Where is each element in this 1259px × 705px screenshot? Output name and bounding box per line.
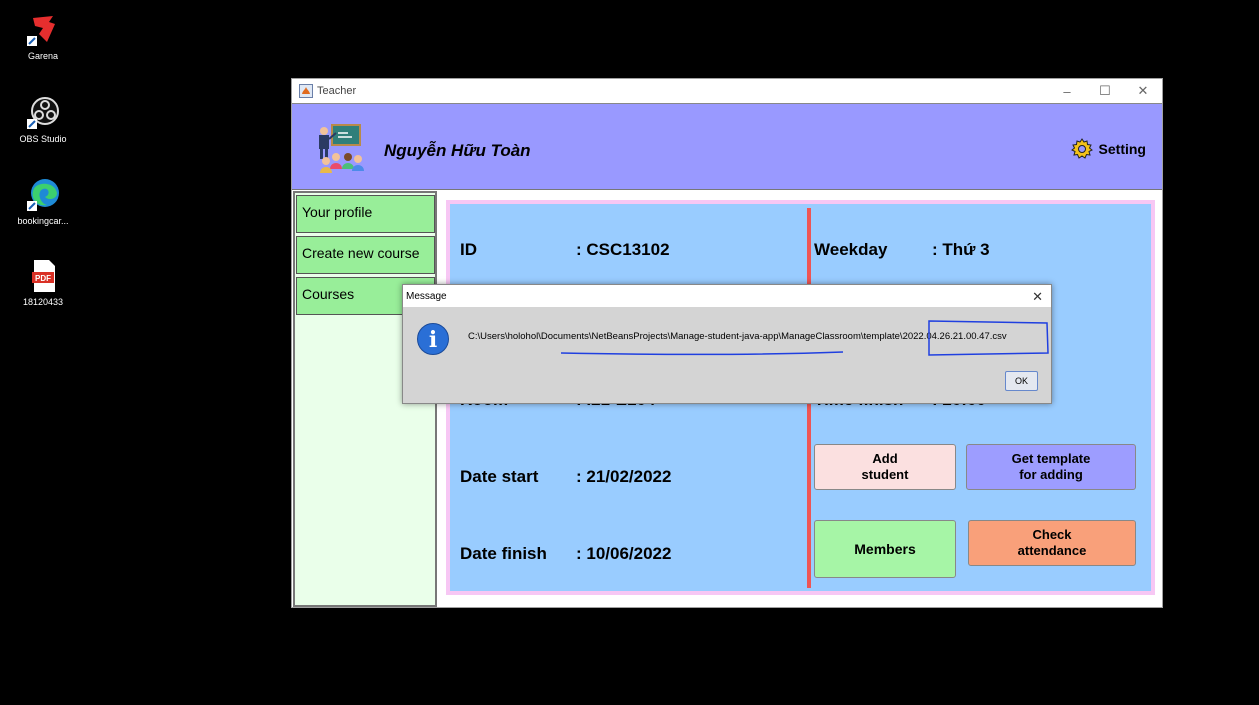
- desktop-icon-label: 18120433: [22, 297, 64, 307]
- desktop-icon-label: Garena: [27, 51, 59, 61]
- date-finish-value: : 10/06/2022: [576, 544, 672, 563]
- id-label: ID: [460, 240, 477, 259]
- desktop-icon-garena[interactable]: Garena: [4, 12, 82, 61]
- date-start-label: Date start: [460, 467, 539, 486]
- edge-icon: [25, 177, 61, 213]
- message-dialog: Message ✕ i C:\Users\holohol\Documents\N…: [402, 284, 1052, 404]
- obs-icon: [25, 95, 61, 131]
- pdf-icon: PDF: [25, 258, 61, 294]
- app-header: Nguyễn Hữu Toàn Setting: [292, 103, 1162, 190]
- garena-icon: [25, 12, 61, 48]
- desktop: Garena OBS Studio bookingcar... PDF 1812…: [0, 0, 1259, 705]
- add-student-line2: student: [861, 467, 909, 482]
- maximize-button[interactable]: ☐: [1086, 79, 1124, 103]
- teacher-avatar-icon: [314, 121, 366, 175]
- dialog-close-icon[interactable]: ✕: [1032, 289, 1043, 305]
- desktop-icon-label: OBS Studio: [19, 134, 67, 144]
- add-student-line1: Add: [872, 451, 898, 466]
- id-value: : CSC13102: [576, 240, 670, 259]
- gear-icon: [1070, 138, 1093, 159]
- dialog-title: Message: [406, 290, 447, 302]
- check-attendance-line2: attendance: [1017, 543, 1087, 558]
- date-finish-label: Date finish: [460, 544, 547, 563]
- desktop-icon-obs[interactable]: OBS Studio: [4, 95, 82, 144]
- dialog-message: C:\Users\holohol\Documents\NetBeansProje…: [468, 331, 1007, 342]
- add-student-button[interactable]: Add student: [814, 444, 956, 490]
- members-button[interactable]: Members: [814, 520, 956, 578]
- desktop-icon-pdf[interactable]: PDF 18120433: [4, 258, 82, 307]
- info-icon: i: [417, 323, 449, 355]
- weekday-value: : Thứ 3: [932, 240, 990, 259]
- date-start-value: : 21/02/2022: [576, 467, 672, 486]
- sidebar-item-create-new-course[interactable]: Create new course: [296, 236, 435, 274]
- setting-label: Setting: [1098, 141, 1146, 157]
- teacher-name: Nguyễn Hữu Toàn: [384, 141, 531, 160]
- minimize-button[interactable]: –: [1048, 79, 1086, 103]
- dialog-title-bar[interactable]: Message: [403, 285, 1051, 307]
- setting-button[interactable]: Setting: [1070, 138, 1146, 160]
- sidebar-item-your-profile[interactable]: Your profile: [296, 195, 435, 233]
- svg-text:PDF: PDF: [35, 274, 51, 283]
- title-bar[interactable]: Teacher – ☐ ✕: [292, 79, 1162, 103]
- get-template-button[interactable]: Get template for adding: [966, 444, 1136, 490]
- close-button[interactable]: ✕: [1124, 79, 1162, 103]
- weekday-label: Weekday: [814, 240, 888, 259]
- window-title: Teacher: [317, 85, 357, 97]
- check-attendance-line1: Check: [1032, 527, 1072, 542]
- desktop-icon-label: bookingcar...: [17, 216, 69, 226]
- desktop-icon-edge[interactable]: bookingcar...: [4, 177, 82, 226]
- get-template-line2: for adding: [1019, 467, 1083, 482]
- get-template-line1: Get template: [1011, 451, 1091, 466]
- check-attendance-button[interactable]: Check attendance: [968, 520, 1136, 566]
- ok-button[interactable]: OK: [1005, 371, 1038, 391]
- java-app-icon: [299, 84, 313, 98]
